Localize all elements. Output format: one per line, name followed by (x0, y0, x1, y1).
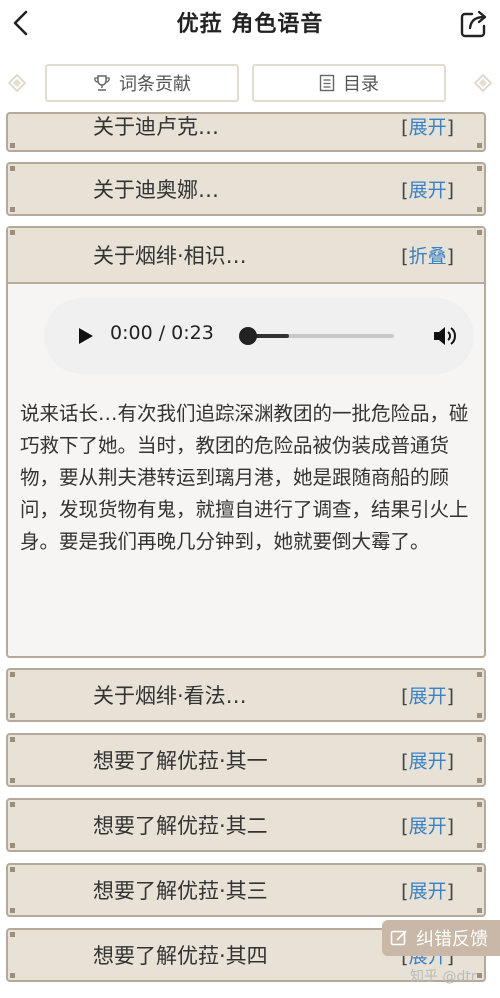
section-title: 想要了解优菈·其一 (93, 749, 268, 773)
feedback-button[interactable]: 纠错反馈 (382, 920, 500, 956)
trophy-icon (94, 75, 110, 91)
audio-time: 0:00 / 0:23 (110, 322, 214, 344)
section-toggle[interactable]: [展开] (401, 877, 454, 904)
section-title: 关于烟绯·相识… (93, 244, 247, 268)
corner-ornament (477, 778, 482, 783)
section-toggle[interactable]: [展开] (401, 113, 454, 140)
voice-section[interactable]: 想要了解优菈·其三 [展开] (6, 863, 486, 917)
voice-section[interactable]: 关于烟绯·看法… [展开] (6, 668, 486, 722)
corner-ornament (477, 802, 482, 807)
expand-link[interactable]: 展开 (409, 816, 447, 838)
audio-player: 0:00 / 0:23 (44, 298, 474, 374)
corner-ornament (10, 166, 15, 171)
corner-ornament (10, 932, 15, 937)
section-title: 想要了解优菈·其三 (93, 879, 268, 903)
expand-link[interactable]: 展开 (409, 686, 447, 708)
section-toggle[interactable]: [展开] (401, 812, 454, 839)
section-header[interactable]: 关于烟绯·相识… [折叠] (8, 228, 484, 284)
corner-ornament (477, 843, 482, 848)
corner-ornament (477, 230, 482, 235)
corner-ornament (10, 908, 15, 913)
voice-section-expanded: 关于烟绯·相识… [折叠] 0:00 / 0:23 说来话长…有次我们追踪深渊教… (6, 226, 486, 658)
corner-ornament (477, 973, 482, 978)
corner-ornament (477, 737, 482, 742)
corner-ornament (10, 802, 15, 807)
voice-line-text: 说来话长…有次我们追踪深渊教团的一批危险品，碰巧救下了她。当时，教团的危险品被伪… (20, 402, 469, 553)
corner-ornament (477, 207, 482, 212)
corner-ornament (477, 908, 482, 913)
voice-section[interactable]: 关于迪卢克… [展开] (6, 112, 486, 152)
voice-section[interactable]: 想要了解优菈·其二 [展开] (6, 798, 486, 852)
section-toggle[interactable]: [展开] (401, 176, 454, 203)
audio-progress-track[interactable] (244, 334, 394, 338)
corner-ornament (10, 230, 15, 235)
expand-link[interactable]: 展开 (409, 881, 447, 903)
header: 优菈 角色语音 (0, 0, 500, 50)
page-title: 优菈 角色语音 (176, 12, 324, 37)
contribute-label: 词条贡献 (119, 74, 191, 95)
toolbar: 词条贡献 目录 (0, 58, 500, 108)
section-title: 想要了解优菈·其二 (93, 814, 268, 838)
watermark: 知乎 @dtr (410, 969, 477, 985)
section-title: 想要了解优菈·其四 (93, 944, 268, 968)
edit-icon (390, 930, 407, 946)
play-icon[interactable] (78, 327, 94, 345)
volume-icon[interactable] (432, 324, 458, 348)
share-icon[interactable] (458, 8, 490, 40)
corner-ornament (477, 143, 482, 148)
diamond-ornament-icon (8, 74, 26, 92)
corner-ornament (477, 867, 482, 872)
corner-ornament (10, 867, 15, 872)
section-toggle[interactable]: [展开] (401, 747, 454, 774)
corner-ornament (10, 207, 15, 212)
corner-ornament (10, 778, 15, 783)
corner-ornament (10, 737, 15, 742)
contribute-button[interactable]: 词条贡献 (45, 64, 239, 102)
diamond-ornament-icon (474, 74, 492, 92)
expand-link[interactable]: 展开 (409, 117, 447, 139)
corner-ornament (10, 973, 15, 978)
toc-label: 目录 (343, 74, 379, 95)
corner-ornament (10, 843, 15, 848)
section-toggle[interactable]: [折叠] (401, 242, 454, 269)
voice-section[interactable]: 关于迪奥娜… [展开] (6, 162, 486, 216)
voice-section[interactable]: 想要了解优菈·其一 [展开] (6, 733, 486, 787)
corner-ornament (477, 166, 482, 171)
list-icon (319, 74, 335, 92)
corner-ornament (477, 672, 482, 677)
feedback-label: 纠错反馈 (416, 929, 488, 950)
corner-ornament (477, 713, 482, 718)
corner-ornament (10, 672, 15, 677)
section-title: 关于迪奥娜… (93, 178, 219, 202)
section-title: 关于烟绯·看法… (93, 684, 247, 708)
section-toggle[interactable]: [展开] (401, 682, 454, 709)
expand-link[interactable]: 展开 (409, 180, 447, 202)
collapse-link[interactable]: 折叠 (409, 246, 447, 268)
section-title: 关于迪卢克… (93, 115, 219, 139)
audio-progress-thumb[interactable] (239, 327, 257, 345)
corner-ornament (10, 713, 15, 718)
corner-ornament (10, 143, 15, 148)
expand-link[interactable]: 展开 (409, 751, 447, 773)
toc-button[interactable]: 目录 (252, 64, 446, 102)
